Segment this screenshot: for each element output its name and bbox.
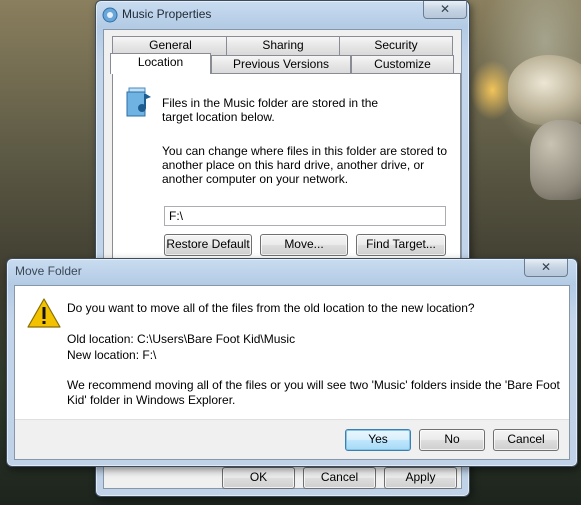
close-icon: ✕ <box>439 2 451 16</box>
cancel-button[interactable]: Cancel <box>493 429 559 451</box>
restore-default-button[interactable]: Restore Default <box>164 234 252 256</box>
close-button[interactable]: ✕ <box>524 259 568 277</box>
tab-customize[interactable]: Customize <box>351 55 454 74</box>
music-folder-icon <box>102 7 118 23</box>
dialog-title: Move Folder <box>15 264 82 278</box>
move-button[interactable]: Move... <box>260 234 348 256</box>
warning-icon <box>27 298 61 328</box>
dialog-client: Do you want to move all of the files fro… <box>14 285 570 460</box>
location-tab-panel: Files in the Music folder are stored in … <box>112 73 461 263</box>
close-icon: ✕ <box>540 260 552 274</box>
ok-button[interactable]: OK <box>222 467 295 489</box>
tab-sharing[interactable]: Sharing <box>226 36 340 55</box>
change-location-description: You can change where files in this folde… <box>162 144 448 186</box>
close-button[interactable]: ✕ <box>423 1 467 19</box>
rock <box>530 120 581 200</box>
move-folder-dialog: Move Folder ✕ Do you want to move all of… <box>6 258 578 467</box>
find-target-button[interactable]: Find Target... <box>356 234 446 256</box>
apply-button[interactable]: Apply <box>384 467 457 489</box>
target-path-input[interactable]: F:\ <box>164 206 446 226</box>
music-folder-icon <box>126 87 151 117</box>
new-location-text: New location: F:\ <box>67 348 157 362</box>
tab-security[interactable]: Security <box>339 36 453 55</box>
location-description: Files in the Music folder are stored in … <box>162 96 379 124</box>
recommendation-text: We recommend moving all of the files or … <box>67 378 560 407</box>
old-location-text: Old location: C:\Users\Bare Foot Kid\Mus… <box>67 332 296 346</box>
no-button[interactable]: No <box>419 429 485 451</box>
cancel-button[interactable]: Cancel <box>303 467 376 489</box>
window-title: Music Properties <box>122 7 212 21</box>
tab-previous-versions[interactable]: Previous Versions <box>211 55 351 74</box>
dialog-button-bar: Yes No Cancel <box>15 419 569 459</box>
rock <box>508 55 581 125</box>
yes-button[interactable]: Yes <box>345 429 411 451</box>
tab-location[interactable]: Location <box>110 53 211 74</box>
dialog-question: Do you want to move all of the files fro… <box>67 301 475 315</box>
